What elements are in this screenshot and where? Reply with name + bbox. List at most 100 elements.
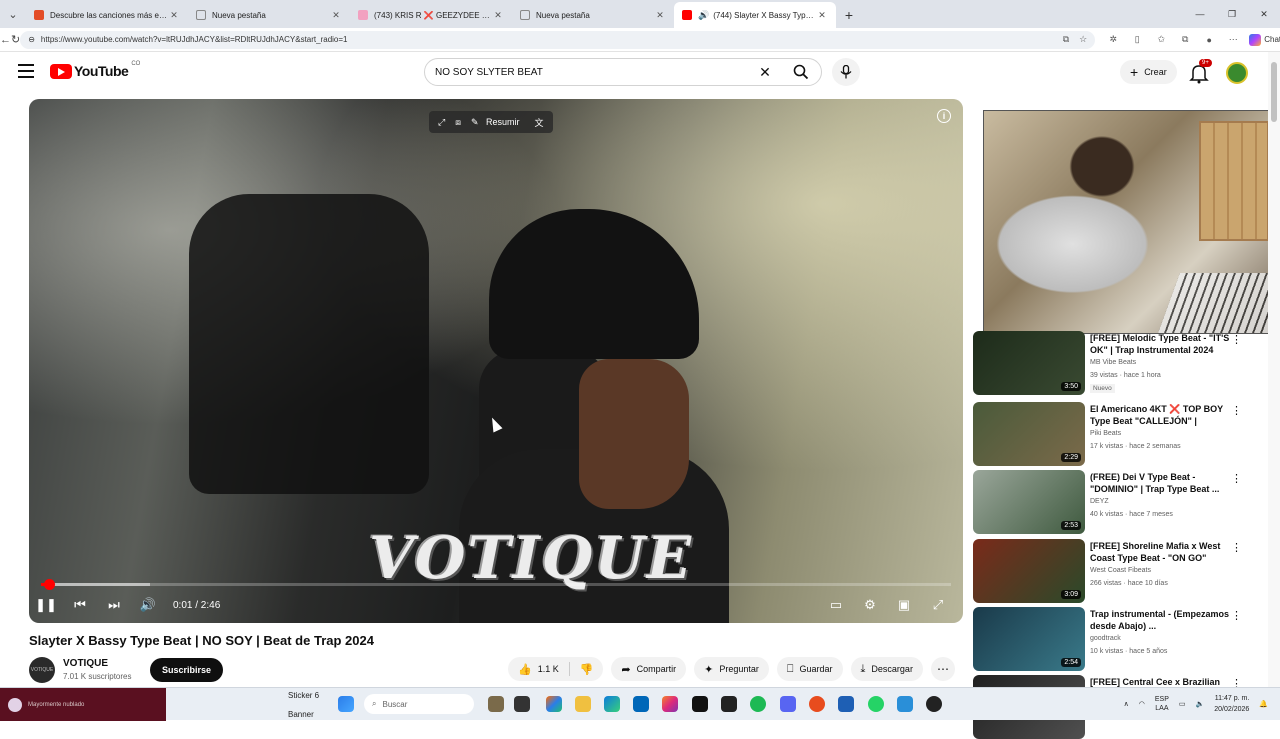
more-options-icon[interactable]: ⋮ (1231, 472, 1242, 485)
recommendation-title[interactable]: Trap instrumental - (Empezamos desde Aba… (1090, 608, 1230, 632)
dislike-button[interactable]: 👎 (570, 663, 604, 676)
subscribe-button[interactable]: Suscribirse (150, 658, 224, 682)
security-shield-icon[interactable] (838, 696, 854, 712)
clear-search-icon[interactable]: ✕ (751, 64, 779, 81)
settings-more-icon[interactable]: ⋯ (1221, 34, 1245, 45)
recommendation-title[interactable]: [FREE] Melodic Type Beat - "IT'S OK" | T… (1090, 332, 1230, 356)
discord-icon[interactable] (780, 696, 796, 712)
volume-tray-icon[interactable]: 🔈 (1196, 699, 1205, 710)
channel-name[interactable]: VOTIQUE (63, 658, 108, 669)
favorites-icon[interactable]: ✩ (1149, 34, 1173, 45)
taskbar-search-box[interactable]: ⌕ Buscar (364, 694, 474, 714)
more-options-icon[interactable]: ⋮ (1231, 541, 1242, 554)
info-icon[interactable]: i (937, 109, 951, 123)
screenshot-icon[interactable]: ⧈ (450, 117, 466, 128)
save-button[interactable]: ⎕ Guardar (776, 657, 843, 681)
fullscreen-icon[interactable]: ⤢ (921, 597, 955, 613)
restore-icon[interactable]: ❐ (1216, 0, 1248, 28)
recommendation-channel[interactable]: Piki Beats (1090, 430, 1121, 437)
previous-icon[interactable]: ⏮ (63, 597, 97, 613)
recommendation-channel[interactable]: West Coast Fibeats (1090, 567, 1151, 574)
tab-close-icon[interactable]: ✕ (330, 10, 342, 21)
ask-button[interactable]: ✦ Preguntar (694, 657, 769, 681)
browser-tab[interactable]: Nueva pestaña ✕ (188, 2, 350, 28)
recommendation-thumbnail[interactable]: 2:29 (973, 402, 1085, 466)
notification-center-icon[interactable]: 🔔 (1259, 699, 1268, 710)
next-icon[interactable]: ⏭ (97, 597, 131, 613)
copilot-chat-button[interactable]: Chat (1249, 33, 1280, 46)
more-actions-icon[interactable]: ⋯ (930, 657, 955, 681)
taskbar-app-icon[interactable] (514, 696, 530, 712)
back-icon[interactable]: ← (0, 34, 11, 46)
recommendation-thumbnail[interactable]: 3:09 (973, 539, 1085, 603)
pause-icon[interactable]: ❚❚ (29, 597, 63, 613)
subtitles-icon[interactable]: ▭ (819, 597, 853, 613)
favorite-star-icon[interactable]: ☆ (1079, 34, 1087, 45)
recommendation-item[interactable]: 2:53 (FREE) Dei V Type Beat - "DOMINIO" |… (973, 470, 1257, 534)
copilot-taskbar-icon[interactable] (546, 696, 562, 712)
taskbar-app-icon[interactable] (488, 696, 504, 712)
windows-start-icon[interactable] (338, 696, 354, 712)
settings-gear-icon[interactable]: ⚙ (853, 597, 887, 613)
share-button[interactable]: ➦ Compartir (611, 657, 687, 681)
recommendation-channel[interactable]: DEYZ (1090, 498, 1109, 505)
scrubber-handle[interactable] (44, 579, 55, 590)
tiktok-icon[interactable] (692, 696, 708, 712)
browser-tab[interactable]: Nueva pestaña ✕ (512, 2, 674, 28)
taskbar-banner-label[interactable]: Banner (288, 710, 314, 719)
extensions-icon[interactable]: ✲ (1101, 34, 1125, 45)
browser-tab[interactable]: (743) KRIS R ❌ GEEZYDEE - BOB ✕ (350, 2, 512, 28)
spotify-icon[interactable] (750, 696, 766, 712)
theater-mode-icon[interactable]: ▣ (887, 597, 921, 613)
taskbar-sticker-label[interactable]: Sticker 6 (288, 691, 319, 700)
edge-browser-icon[interactable] (604, 696, 620, 712)
collections-icon[interactable]: ⧉ (1173, 34, 1197, 45)
epic-games-icon[interactable] (721, 696, 737, 712)
tab-close-icon[interactable]: ✕ (654, 10, 666, 21)
search-input[interactable]: NO SOY SLYTER BEAT (435, 67, 751, 78)
app-icon[interactable] (809, 696, 825, 712)
recommendation-thumbnail[interactable]: 3:50 (973, 331, 1085, 395)
search-button[interactable] (779, 59, 821, 85)
recommendation-item[interactable]: 2:29 El Americano 4KT ❌ TOP BOY Type Beat… (973, 402, 1257, 466)
url-text[interactable]: https://www.youtube.com/watch?v=ltRUJdhJ… (41, 35, 1053, 44)
channel-avatar[interactable]: VOTIQUE (29, 657, 55, 683)
search-box[interactable]: NO SOY SLYTER BEAT ✕ (424, 58, 822, 86)
recommendation-channel[interactable]: MB Vibe Beats (1090, 359, 1136, 366)
recommendation-thumbnail[interactable]: 2:53 (973, 470, 1085, 534)
tab-close-icon[interactable]: ✕ (492, 10, 504, 21)
browser-tab-active[interactable]: 🔊(744) Slayter X Bassy Type Beat✕ (674, 2, 836, 28)
profile-icon[interactable]: ● (1197, 35, 1221, 45)
address-bar[interactable]: ⊖ https://www.youtube.com/watch?v=ltRUJd… (20, 30, 1096, 49)
video-player[interactable]: VOTIQUE ⤢ ⧈ ✎ Resumir 文 i ❚❚ ⏮ ⏭ 🔊 0:01 … (29, 99, 963, 623)
tab-list-chevron-icon[interactable]: ⌄ (0, 0, 26, 28)
reload-icon[interactable]: ↻ (11, 33, 20, 46)
recommendation-title[interactable]: El Americano 4KT ❌ TOP BOY Type Beat "CA… (1090, 403, 1230, 427)
summarize-button[interactable]: ✎ Resumir (466, 117, 530, 128)
youtube-logo[interactable]: YouTube CO (50, 61, 140, 79)
expand-icon[interactable]: ⤢ (433, 117, 450, 128)
obs-icon[interactable] (926, 696, 942, 712)
more-options-icon[interactable]: ⋮ (1231, 609, 1242, 622)
microsoft-store-icon[interactable] (633, 696, 649, 712)
browser-tab[interactable]: Descubre las canciones más escuc ✕ (26, 2, 188, 28)
volume-icon[interactable]: 🔊 (131, 597, 165, 613)
new-tab-icon[interactable]: + (836, 2, 862, 28)
recommendation-title[interactable]: [FREE] Shoreline Mafia x West Coast Type… (1090, 540, 1230, 564)
recommendation-channel[interactable]: goodtrack (1090, 635, 1121, 642)
progress-bar[interactable] (41, 579, 951, 590)
whatsapp-icon[interactable] (868, 696, 884, 712)
language-indicator[interactable]: ESP LAA (1155, 695, 1169, 713)
tray-chevron-icon[interactable]: ∧ (1124, 699, 1129, 710)
clock[interactable]: 11:47 p. m. 20/02/2026 (1214, 693, 1249, 715)
app-available-icon[interactable]: ⧉ (1063, 34, 1069, 45)
photos-icon[interactable] (897, 696, 913, 712)
instagram-icon[interactable] (662, 696, 678, 712)
minimize-icon[interactable]: — (1184, 0, 1216, 28)
close-window-icon[interactable]: ✕ (1248, 0, 1280, 28)
recommendation-item[interactable]: 3:09 [FREE] Shoreline Mafia x West Coast … (973, 539, 1257, 603)
voice-search-button[interactable] (832, 58, 860, 86)
site-info-icon[interactable]: ⊖ (28, 35, 35, 44)
menu-hamburger-icon[interactable] (18, 64, 34, 78)
recommendation-item[interactable]: 3:50 [FREE] Melodic Type Beat - "IT'S OK"… (973, 331, 1257, 395)
